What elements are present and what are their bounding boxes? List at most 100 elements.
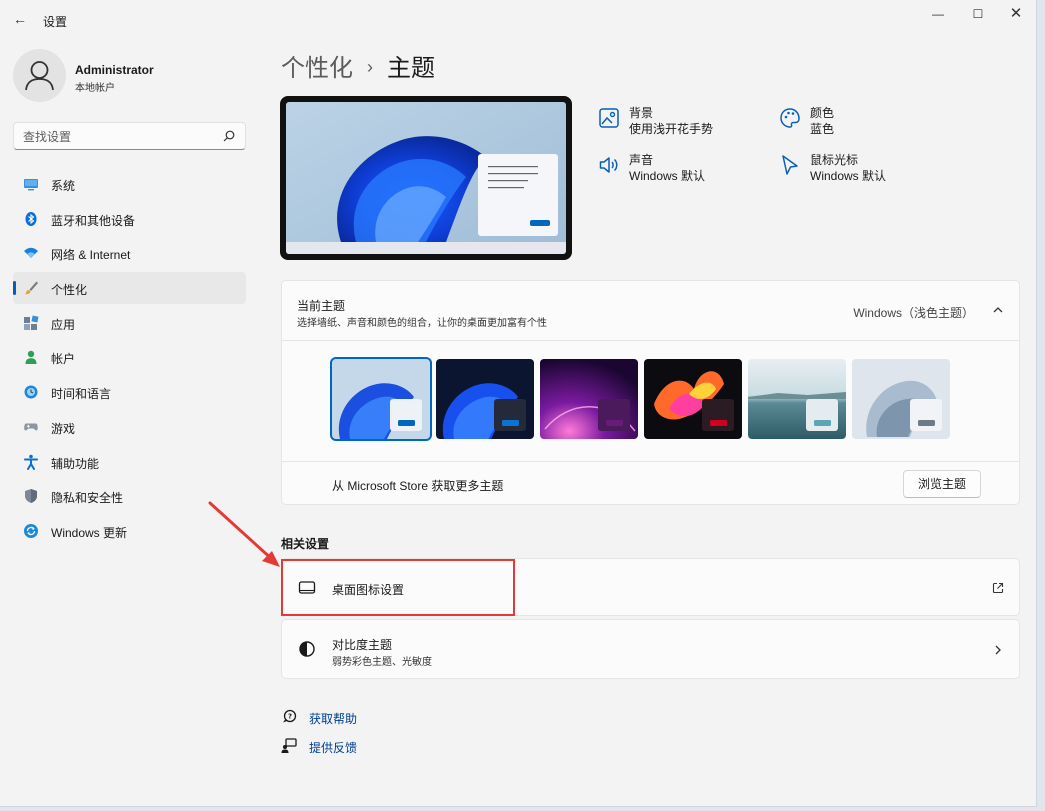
close-button[interactable]: ✕ bbox=[996, 4, 1036, 24]
current-theme-title: 当前主题 bbox=[297, 299, 346, 313]
sidebar-item-label: 帐户 bbox=[51, 352, 76, 367]
external-link-icon bbox=[992, 582, 1004, 594]
back-button[interactable]: ← bbox=[10, 9, 30, 29]
current-theme-value: Windows（浅色主题） bbox=[853, 306, 974, 320]
breadcrumb-parent[interactable]: 个性化 bbox=[281, 55, 353, 82]
store-row: 从 Microsoft Store 获取更多主题 浏览主题 bbox=[282, 461, 1019, 505]
accessibility-icon bbox=[24, 454, 38, 470]
theme-preview bbox=[280, 96, 572, 260]
update-icon bbox=[24, 523, 38, 538]
svg-text:?: ? bbox=[288, 713, 292, 721]
sidebar-item-label: 辅助功能 bbox=[51, 456, 100, 471]
feedback-icon bbox=[281, 738, 297, 753]
maximize-button[interactable]: ☐ bbox=[958, 4, 998, 24]
cursor-title: 鼠标光标 bbox=[810, 153, 859, 167]
palette-icon bbox=[780, 108, 800, 128]
person-icon bbox=[25, 351, 37, 365]
sidebar-item-bluetooth[interactable]: 蓝牙和其他设备 bbox=[13, 203, 246, 235]
theme-thumbnail-sunrise[interactable] bbox=[748, 359, 846, 439]
sidebar-item-accessibility[interactable]: 辅助功能 bbox=[13, 446, 246, 478]
theme-thumbnail-windows-light[interactable] bbox=[330, 357, 432, 441]
browse-themes-button[interactable]: 浏览主题 bbox=[903, 470, 981, 498]
sidebar-item-privacy[interactable]: 隐私和安全性 bbox=[13, 480, 246, 512]
sound-value: Windows 默认 bbox=[629, 169, 706, 183]
sidebar-item-network[interactable]: 网络 & Internet bbox=[13, 237, 246, 269]
account-type: 本地帐户 bbox=[75, 83, 115, 94]
desktop-icon-settings-title: 桌面图标设置 bbox=[332, 583, 405, 597]
sidebar-item-windows-update[interactable]: Windows 更新 bbox=[13, 515, 246, 547]
cursor-setting[interactable]: 鼠标光标 Windows 默认 bbox=[779, 151, 939, 187]
contrast-themes-subtitle: 弱势彩色主题、光敏度 bbox=[332, 657, 432, 668]
theme-thumbnail-glow[interactable] bbox=[540, 359, 638, 439]
cursor-value: Windows 默认 bbox=[810, 169, 887, 183]
avatar bbox=[13, 49, 66, 102]
user-name: Administrator bbox=[75, 63, 154, 77]
sidebar-item-label: 隐私和安全性 bbox=[51, 491, 124, 506]
breadcrumb-separator: › bbox=[367, 57, 373, 77]
desktop-icon bbox=[298, 581, 316, 594]
sidebar-item-label: 游戏 bbox=[51, 421, 76, 436]
theme-thumbnail-flow[interactable] bbox=[852, 359, 950, 439]
brush-icon bbox=[25, 281, 38, 295]
sidebar-item-label: 时间和语言 bbox=[51, 387, 112, 402]
clock-globe-icon bbox=[24, 385, 38, 399]
sidebar-item-label: Windows 更新 bbox=[51, 525, 128, 540]
app-title: 设置 bbox=[43, 15, 68, 29]
theme-thumbnail-windows-dark[interactable] bbox=[436, 359, 534, 439]
background-value: 使用浅开花手势 bbox=[629, 122, 714, 136]
background-title: 背景 bbox=[629, 106, 654, 120]
cursor-icon bbox=[782, 155, 798, 175]
bluetooth-icon bbox=[25, 211, 37, 226]
sidebar-nav: 系统 蓝牙和其他设备 网络 & Internet 个性化 应用 帐户 时间和语言… bbox=[13, 168, 246, 550]
search-input[interactable] bbox=[23, 128, 213, 145]
search-box[interactable] bbox=[13, 122, 246, 150]
sound-setting[interactable]: 声音 Windows 默认 bbox=[598, 151, 758, 187]
theme-gallery bbox=[330, 357, 972, 441]
minimize-button[interactable]: — bbox=[918, 4, 958, 24]
sidebar-item-label: 应用 bbox=[51, 317, 76, 332]
sidebar-item-label: 网络 & Internet bbox=[51, 248, 131, 263]
contrast-themes-title: 对比度主题 bbox=[332, 638, 393, 652]
gamepad-icon bbox=[24, 423, 38, 431]
sidebar-item-gaming[interactable]: 游戏 bbox=[13, 411, 246, 443]
shield-icon bbox=[25, 489, 37, 504]
page-title: 主题 bbox=[387, 55, 435, 82]
sidebar-item-apps[interactable]: 应用 bbox=[13, 307, 246, 339]
desktop-icon-settings-row[interactable]: 桌面图标设置 bbox=[281, 558, 1020, 616]
contrast-icon bbox=[299, 641, 315, 657]
current-theme-header[interactable]: 当前主题 选择墙纸、声音和颜色的组合，让你的桌面更加富有个性 Windows（浅… bbox=[282, 281, 1019, 341]
color-value: 蓝色 bbox=[810, 122, 835, 136]
settings-window: ← 设置 — ☐ ✕ Administrator 本地帐户 查找设置 系统 蓝牙… bbox=[0, 0, 1037, 807]
get-help-label: 获取帮助 bbox=[309, 712, 358, 726]
feedback-label: 提供反馈 bbox=[309, 741, 358, 755]
wifi-icon bbox=[24, 248, 38, 259]
color-title: 颜色 bbox=[810, 106, 835, 120]
person-avatar-icon bbox=[25, 61, 54, 91]
chevron-up-icon[interactable] bbox=[991, 303, 1005, 317]
current-theme-description: 选择墙纸、声音和颜色的组合，让你的桌面更加富有个性 bbox=[297, 318, 547, 329]
sidebar-item-label: 个性化 bbox=[51, 283, 88, 298]
title-bar: ← 设置 — ☐ ✕ bbox=[0, 0, 1036, 36]
user-profile[interactable]: Administrator 本地帐户 bbox=[13, 49, 253, 105]
sidebar-item-time-language[interactable]: 时间和语言 bbox=[13, 376, 246, 408]
contrast-themes-row[interactable]: 对比度主题 弱势彩色主题、光敏度 bbox=[281, 619, 1020, 679]
sidebar-item-system[interactable]: 系统 bbox=[13, 168, 246, 200]
breadcrumb: 个性化 › 主题 bbox=[281, 48, 435, 83]
apps-icon bbox=[24, 315, 39, 330]
sidebar-item-label: 系统 bbox=[51, 179, 76, 193]
sidebar-item-personalization[interactable]: 个性化 bbox=[13, 272, 246, 305]
related-settings-heading: 相关设置 bbox=[281, 537, 330, 551]
sidebar-item-label: 蓝牙和其他设备 bbox=[51, 213, 136, 228]
sidebar-item-accounts[interactable]: 帐户 bbox=[13, 341, 246, 373]
picture-icon bbox=[599, 108, 619, 128]
current-theme-card: 当前主题 选择墙纸、声音和颜色的组合，让你的桌面更加富有个性 Windows（浅… bbox=[281, 280, 1020, 505]
background-setting[interactable]: 背景 使用浅开花手势 bbox=[598, 104, 758, 140]
color-setting[interactable]: 颜色 蓝色 bbox=[779, 104, 939, 140]
wallpaper-preview-image bbox=[286, 102, 566, 254]
search-icon[interactable] bbox=[222, 129, 236, 143]
sound-title: 声音 bbox=[629, 153, 654, 167]
theme-thumbnail-captured-motion[interactable] bbox=[644, 359, 742, 439]
monitor-icon bbox=[24, 179, 38, 191]
store-text: 从 Microsoft Store 获取更多主题 bbox=[332, 479, 504, 493]
chevron-right-icon bbox=[995, 645, 1001, 655]
